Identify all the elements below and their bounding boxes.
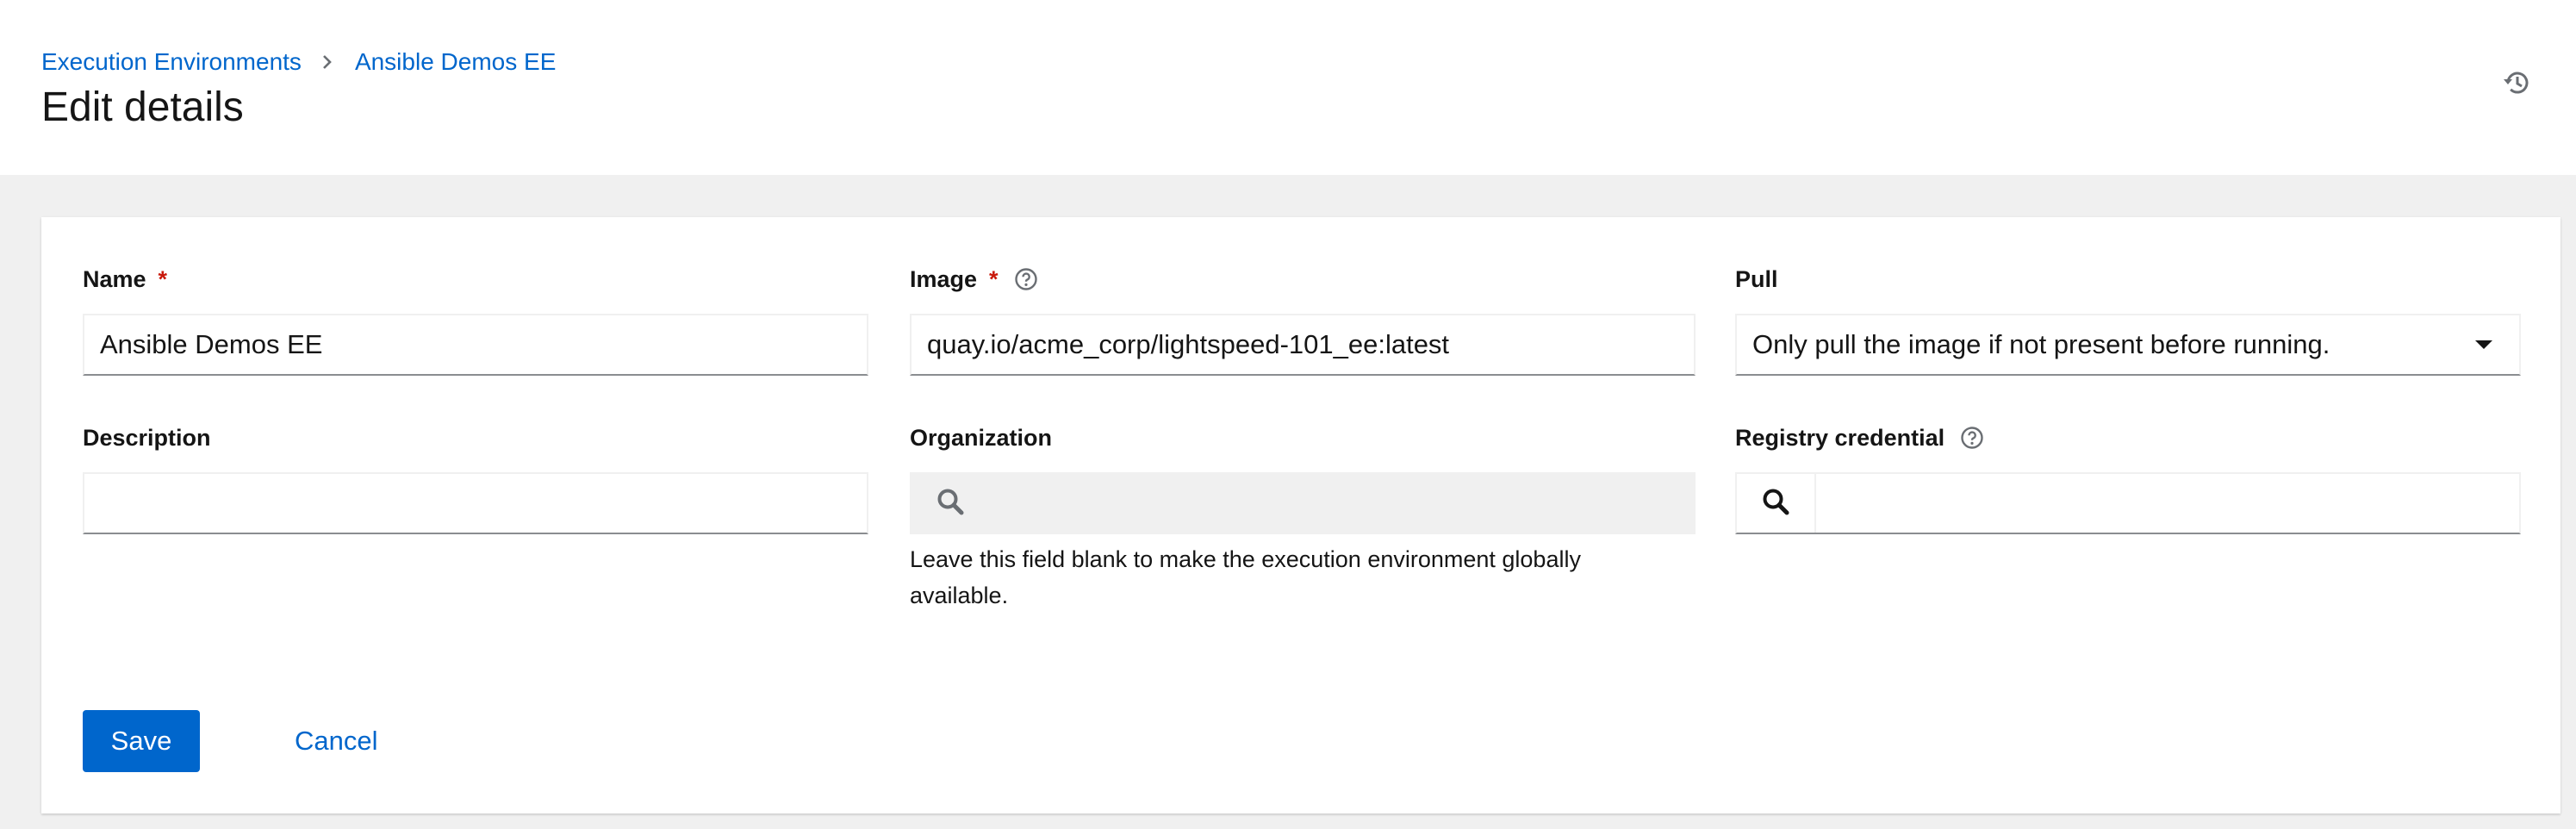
required-indicator: * bbox=[989, 265, 999, 292]
pull-select[interactable]: Only pull the image if not present befor… bbox=[1735, 314, 2521, 376]
question-circle-icon[interactable] bbox=[1014, 267, 1038, 291]
registry-credential-lookup bbox=[1735, 472, 2521, 534]
breadcrumb-execution-environments[interactable]: Execution Environments bbox=[41, 48, 302, 76]
name-label: Name * bbox=[83, 264, 167, 295]
description-label: Description bbox=[83, 422, 211, 453]
search-icon bbox=[1761, 487, 1790, 520]
name-input[interactable] bbox=[83, 314, 868, 376]
search-icon bbox=[936, 487, 965, 520]
breadcrumb-ansible-demos-ee[interactable]: Ansible Demos EE bbox=[355, 48, 556, 76]
history-button[interactable] bbox=[2500, 67, 2535, 102]
cancel-button[interactable]: Cancel bbox=[276, 710, 397, 772]
history-icon bbox=[2502, 67, 2533, 103]
image-label-text: Image bbox=[910, 265, 978, 292]
save-button[interactable]: Save bbox=[83, 710, 200, 772]
description-input[interactable] bbox=[83, 472, 868, 534]
organization-label-text: Organization bbox=[910, 424, 1053, 451]
image-input[interactable] bbox=[910, 314, 1696, 376]
registry-credential-input[interactable] bbox=[1816, 474, 2519, 533]
edit-form-card: Name * Image * Pull Only pull the image … bbox=[41, 217, 2560, 813]
pull-select-value: Only pull the image if not present befor… bbox=[1752, 329, 2330, 359]
breadcrumb: Execution Environments Ansible Demos EE bbox=[41, 45, 556, 79]
question-circle-icon[interactable] bbox=[1960, 426, 1984, 450]
organization-label: Organization bbox=[910, 422, 1052, 453]
organization-lookup bbox=[910, 472, 1696, 534]
registry-credential-label: Registry credential bbox=[1735, 422, 1984, 453]
caret-down-icon bbox=[2474, 339, 2493, 351]
page-header: Execution Environments Ansible Demos EE … bbox=[0, 0, 2576, 175]
image-label: Image * bbox=[910, 264, 1038, 295]
pull-label-text: Pull bbox=[1735, 265, 1778, 292]
name-label-text: Name bbox=[83, 265, 146, 292]
required-indicator: * bbox=[158, 265, 168, 292]
chevron-right-icon bbox=[322, 54, 333, 70]
description-label-text: Description bbox=[83, 424, 211, 451]
pull-label: Pull bbox=[1735, 264, 1778, 295]
page-title: Edit details bbox=[41, 84, 244, 130]
registry-credential-search-button[interactable] bbox=[1737, 474, 1816, 533]
organization-helper-text: Leave this field blank to make the execu… bbox=[910, 546, 1581, 608]
registry-credential-label-text: Registry credential bbox=[1735, 424, 1945, 451]
